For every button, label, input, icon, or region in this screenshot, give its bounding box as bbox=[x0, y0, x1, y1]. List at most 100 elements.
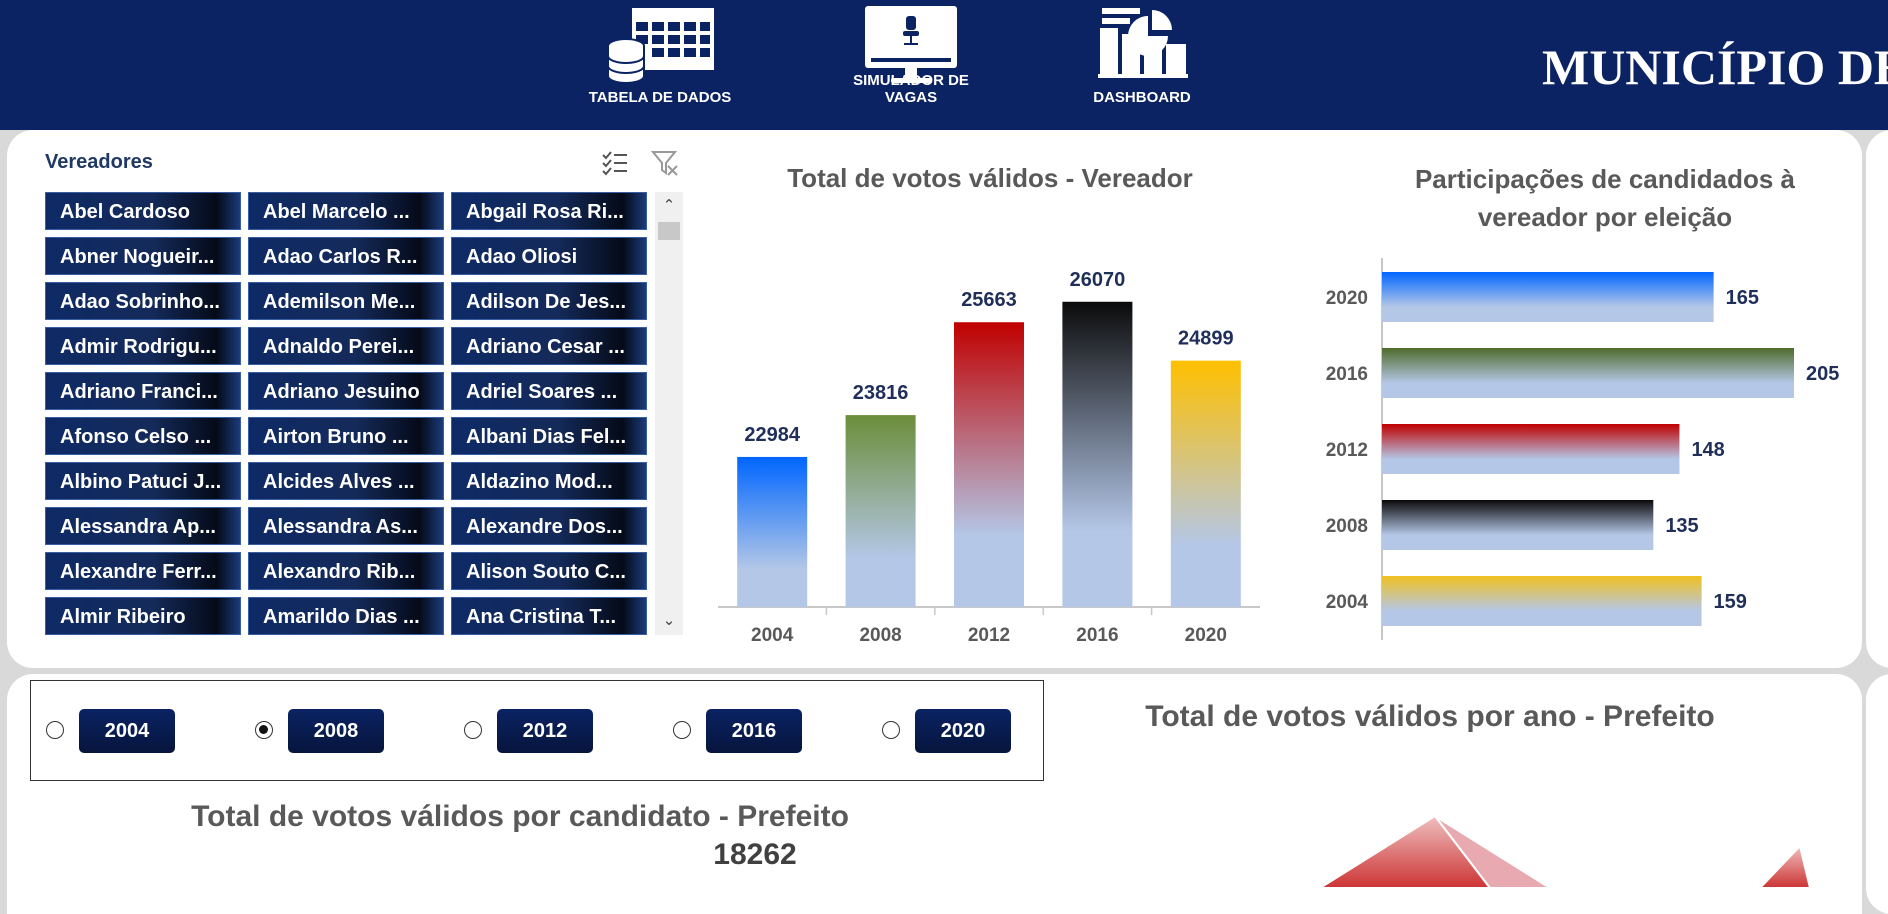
slicer-item[interactable]: Alison Souto C... bbox=[451, 552, 647, 590]
year-button-2004[interactable]: 2004 bbox=[79, 709, 175, 753]
year-button-2016[interactable]: 2016 bbox=[706, 709, 802, 753]
slicer-item[interactable]: Afonso Celso ... bbox=[45, 417, 241, 455]
prefeito-year-chart-partial bbox=[1318, 814, 1812, 888]
slicer-item[interactable]: Adriano Cesar ... bbox=[451, 327, 647, 365]
data-label: 165 bbox=[1726, 287, 1759, 309]
nav-button-data-table[interactable]: TABELA DE DADOS bbox=[575, 0, 745, 112]
slicer-item[interactable]: Adao Sobrinho... bbox=[45, 282, 241, 320]
scrollbar-thumb[interactable] bbox=[658, 222, 680, 240]
slicer-item[interactable]: Abner Nogueir... bbox=[45, 237, 241, 275]
bar-2012 bbox=[954, 322, 1024, 607]
slicer-item[interactable]: Alessandra Ap... bbox=[45, 507, 241, 545]
bar-2016 bbox=[1062, 301, 1133, 607]
data-label: 159 bbox=[1714, 591, 1747, 613]
data-label: 24899 bbox=[1178, 328, 1234, 350]
x-tick-label: 2020 bbox=[1185, 625, 1227, 646]
prefeito-candidate-chart-title: Total de votos válidos por candidato - P… bbox=[191, 800, 849, 833]
chevron-up-icon[interactable]: ⌃ bbox=[655, 196, 683, 214]
bar-2020 bbox=[1382, 272, 1714, 322]
x-tick-label: 2016 bbox=[1076, 625, 1118, 646]
year-button-2008[interactable]: 2008 bbox=[288, 709, 384, 753]
nav-label-dashboard: DASHBOARD bbox=[1093, 89, 1191, 106]
vereador-slicer: Abel Cardoso Abel Marcelo ... Abgail Rosa … bbox=[45, 192, 651, 635]
bar-2004 bbox=[1382, 576, 1702, 626]
database-table-icon bbox=[607, 8, 714, 84]
slicer-item[interactable]: Alexandro Rib... bbox=[248, 552, 444, 590]
data-label: 22984 bbox=[744, 424, 800, 446]
slicer-item[interactable]: Alessandra As... bbox=[248, 507, 444, 545]
nav-button-dashboard[interactable]: DASHBOARD bbox=[1057, 0, 1227, 112]
year-radio-2020[interactable] bbox=[882, 721, 900, 739]
slicer-item[interactable]: Adilson De Jes... bbox=[451, 282, 647, 320]
slicer-title: Vereadores bbox=[45, 151, 153, 173]
data-label: 23816 bbox=[853, 382, 909, 404]
bar-2020 bbox=[1170, 360, 1241, 607]
right-edge-panel-bottom bbox=[1866, 674, 1888, 914]
prefeito-candidate-total: 18262 bbox=[713, 838, 797, 871]
slicer-item[interactable]: Adnaldo Perei... bbox=[248, 327, 444, 365]
slicer-scrollbar[interactable]: ⌃ ⌄ bbox=[655, 192, 683, 635]
bar-2004 bbox=[737, 456, 808, 607]
bar-2012 bbox=[1382, 424, 1680, 474]
slicer-item[interactable]: Aldazino Mod... bbox=[451, 462, 647, 500]
participations-chart-title: Participações de candidados à vereador p… bbox=[1414, 164, 1796, 232]
slicer-item[interactable]: Abel Marcelo ... bbox=[248, 192, 444, 230]
bar-2008 bbox=[1382, 500, 1654, 550]
y-tick-label: 2016 bbox=[1326, 364, 1368, 385]
x-tick-label: 2012 bbox=[968, 625, 1010, 646]
slicer-item[interactable]: Adriel Soares ... bbox=[451, 372, 647, 410]
slicer-item[interactable]: Albino Patuci J... bbox=[45, 462, 241, 500]
prefeito-year-chart-title: Total de votos válidos por ano - Prefeit… bbox=[1145, 700, 1715, 733]
slicer-item[interactable]: Almir Ribeiro bbox=[45, 597, 241, 635]
slicer-item[interactable]: Alexandre Ferr... bbox=[45, 552, 241, 590]
year-filter: 2004 2008 2012 2016 2020 bbox=[30, 680, 1044, 781]
slicer-item[interactable]: Ademilson Me... bbox=[248, 282, 444, 320]
nav-label-data-table: TABELA DE DADOS bbox=[588, 89, 732, 106]
prefeito-chart-shape bbox=[1758, 843, 1812, 888]
slicer-item[interactable]: Adriano Jesuino bbox=[248, 372, 444, 410]
slicer-item[interactable]: Alcides Alves ... bbox=[248, 462, 444, 500]
bar-2008 bbox=[845, 415, 916, 607]
dashboard-chart-icon bbox=[1098, 8, 1188, 78]
page-title: MUNICÍPIO DE bbox=[1542, 39, 1888, 95]
right-edge-panel bbox=[1866, 130, 1888, 668]
y-tick-label: 2012 bbox=[1326, 440, 1368, 461]
year-radio-2016[interactable] bbox=[673, 721, 691, 739]
data-label: 26070 bbox=[1070, 269, 1126, 291]
slicer-item[interactable]: Airton Bruno ... bbox=[248, 417, 444, 455]
top-navigation-bar: TABELA DE DADOS SIMULADOR DE VAGAS DASHB… bbox=[0, 0, 1888, 130]
vereador-votes-chart: 22984 2004 23816 2008 25663 2012 26070 2016 2489… bbox=[718, 269, 1260, 646]
data-label: 205 bbox=[1806, 363, 1839, 385]
participations-chart: 165 2020 205 2016 148 2012 135 2008 159 2004 bbox=[1326, 258, 1839, 640]
x-tick-label: 2004 bbox=[751, 625, 794, 646]
slicer-item[interactable]: Admir Rodrigu... bbox=[45, 327, 241, 365]
chevron-down-icon[interactable]: ⌄ bbox=[655, 611, 683, 629]
year-radio-2008[interactable] bbox=[255, 721, 273, 739]
data-label: 25663 bbox=[961, 289, 1017, 311]
data-label: 148 bbox=[1691, 439, 1724, 461]
year-button-2012[interactable]: 2012 bbox=[497, 709, 593, 753]
slicer-item[interactable]: Abel Cardoso bbox=[45, 192, 241, 230]
year-radio-2012[interactable] bbox=[464, 721, 482, 739]
y-tick-label: 2008 bbox=[1326, 516, 1368, 537]
x-tick-label: 2008 bbox=[859, 625, 901, 646]
slicer-item[interactable]: Ana Cristina T... bbox=[451, 597, 647, 635]
nav-label-vacancy-simulator: SIMULADOR DE VAGAS bbox=[853, 72, 969, 106]
year-button-2020[interactable]: 2020 bbox=[915, 709, 1011, 753]
slicer-item[interactable]: Adao Carlos R... bbox=[248, 237, 444, 275]
slicer-item[interactable]: Alexandre Dos... bbox=[451, 507, 647, 545]
slicer-item[interactable]: Albani Dias Fel... bbox=[451, 417, 647, 455]
bar-2016 bbox=[1382, 348, 1794, 398]
data-label: 135 bbox=[1665, 515, 1698, 537]
slicer-item[interactable]: Abgail Rosa Ri... bbox=[451, 192, 647, 230]
clear-filter-icon[interactable] bbox=[650, 148, 680, 183]
multi-select-icon[interactable] bbox=[600, 148, 630, 183]
slicer-item[interactable]: Adao Oliosi bbox=[451, 237, 647, 275]
y-tick-label: 2004 bbox=[1326, 592, 1369, 613]
nav-button-vacancy-simulator[interactable]: SIMULADOR DE VAGAS bbox=[826, 0, 996, 112]
y-tick-label: 2020 bbox=[1326, 288, 1368, 309]
slicer-item[interactable]: Adriano Franci... bbox=[45, 372, 241, 410]
vereador-votes-chart-title: Total de votos válidos - Vereador bbox=[787, 163, 1193, 193]
slicer-item[interactable]: Amarildo Dias ... bbox=[248, 597, 444, 635]
year-radio-2004[interactable] bbox=[46, 721, 64, 739]
